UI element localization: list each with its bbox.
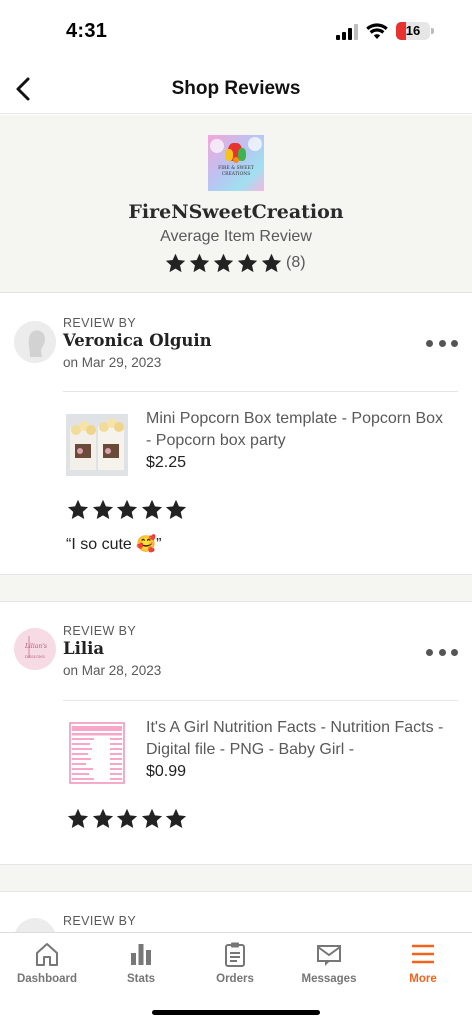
star-icon [164,498,188,522]
item-thumbnail[interactable] [66,722,128,784]
reviewer-name[interactable]: Lilia [63,639,104,658]
tab-label: Messages [301,973,357,985]
bar-chart-icon [131,944,151,965]
shop-logo-text-2: CREATIONS [221,172,251,177]
shop-avatar-image: Lilian's DESIGNS [14,628,56,670]
review-card: REVIEW BY Veronica Olguin on Mar 29, 202… [0,294,472,574]
star-icon [164,252,187,275]
tab-dashboard[interactable]: Dashboard [0,933,94,993]
divider [63,700,458,701]
avatar-text-2: DESIGNS [25,654,45,659]
shop-logo-text-1: FIRE & SWEET [218,166,254,171]
hamburger-menu-icon [412,944,434,964]
review-card: Lilian's DESIGNS REVIEW BY Lilia on Mar … [0,602,472,864]
star-icon [115,807,139,831]
tab-orders[interactable]: Orders [188,933,282,993]
nutrition-facts-image [66,722,128,784]
review-count: (8) [286,254,306,271]
star-icon [91,807,115,831]
item-title[interactable]: Mini Popcorn Box template - Popcorn Box … [146,408,446,452]
review-by-label: REVIEW BY [63,316,137,330]
default-avatar-icon [14,321,56,363]
avatar[interactable] [14,321,56,363]
tab-label: More [409,973,437,985]
shop-name: FireNSweetCreation [128,201,344,223]
star-icon [140,807,164,831]
star-icon [236,252,259,275]
star-icon [140,498,164,522]
average-review-label: Average Item Review [160,228,312,245]
shop-summary: FIRE & SWEET CREATIONS FireNSweetCreatio… [0,115,472,293]
battery-icon: 16 [396,22,434,40]
page-title: Shop Reviews [171,78,301,99]
item-price: $2.25 [146,454,187,471]
star-icon [212,252,235,275]
tab-stats[interactable]: Stats [94,933,188,993]
review-by-label: REVIEW BY [63,914,137,928]
nav-header: Shop Reviews [0,64,472,114]
star-icon [115,498,139,522]
review-card: REVIEW BY [0,892,472,932]
signal-icon [336,24,358,40]
envelope-icon [317,945,341,966]
star-icon [66,498,90,522]
battery-percent: 16 [405,23,421,38]
home-indicator [152,1010,320,1015]
review-text: “I so cute 🥰” [66,536,162,553]
tab-messages[interactable]: Messages [282,933,376,993]
tab-label: Stats [126,973,156,985]
reviewer-name[interactable]: Veronica Olguin [63,331,212,350]
item-title[interactable]: It's A Girl Nutrition Facts - Nutrition … [146,717,446,761]
tab-label: Dashboard [16,973,78,985]
more-options-button[interactable] [426,642,458,662]
status-bar: 4:31 16 [0,0,472,64]
review-date: on Mar 29, 2023 [63,355,162,370]
review-date: on Mar 28, 2023 [63,663,162,678]
avatar[interactable]: Lilian's DESIGNS [14,628,56,670]
wifi-icon [366,23,388,39]
item-price: $0.99 [146,763,187,780]
star-icon [164,807,188,831]
clipboard-icon [225,942,245,967]
divider [63,391,458,392]
popcorn-box-image [66,414,128,476]
section-separator [0,864,472,892]
tab-more[interactable]: More [376,933,470,993]
review-by-label: REVIEW BY [63,624,137,638]
avatar-text-1: Lilian's [24,643,47,650]
tab-label: Orders [216,973,254,985]
star-icon [91,498,115,522]
home-icon [36,943,58,966]
item-thumbnail[interactable] [66,414,128,476]
review-rating [66,807,189,831]
star-icon [188,252,211,275]
more-options-button[interactable] [426,333,458,353]
avatar[interactable] [14,918,56,932]
section-separator [0,574,472,602]
shop-logo[interactable]: FIRE & SWEET CREATIONS [208,135,264,191]
status-time: 4:31 [66,20,108,42]
review-rating [66,498,189,522]
shop-rating: (8) [164,251,306,275]
star-icon [66,807,90,831]
star-icon [260,252,283,275]
